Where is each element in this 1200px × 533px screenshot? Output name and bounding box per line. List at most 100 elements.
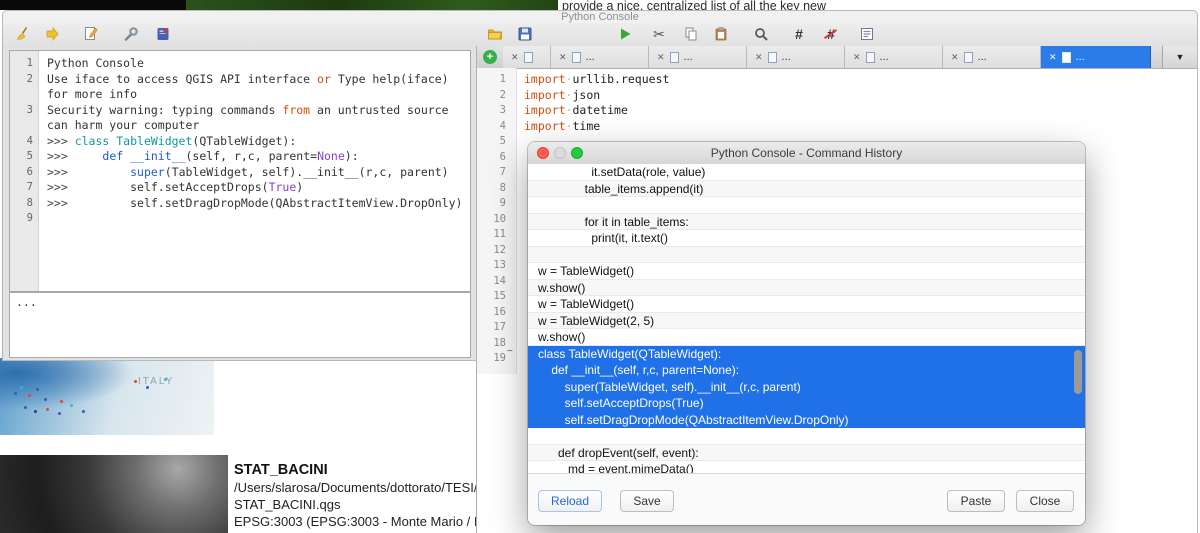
- tab-label: ...: [586, 51, 595, 63]
- close-tab-icon[interactable]: ✕: [1049, 52, 1057, 63]
- comment-button[interactable]: #: [789, 24, 809, 44]
- console-options-button[interactable]: [121, 24, 141, 44]
- main-toolbar: ✂ # #: [2, 23, 1198, 47]
- history-entry-selected[interactable]: def __init__(self, r,c, parent=None):: [528, 362, 1085, 379]
- console-dock: 1Python Console 2Use iface to access QGI…: [2, 46, 477, 361]
- dialog-titlebar[interactable]: Python Console - Command History: [528, 142, 1085, 165]
- history-entry-selected[interactable]: self.setAcceptDrops(True): [528, 395, 1085, 412]
- console-line: 4>>> class TableWidget(QTableWidget):: [10, 134, 470, 150]
- history-entry[interactable]: table_items.append(it): [528, 181, 1085, 198]
- paste-button[interactable]: [711, 24, 731, 44]
- copy-button[interactable]: [681, 24, 701, 44]
- history-entry-selected[interactable]: class TableWidget(QTableWidget):: [528, 346, 1085, 363]
- history-entry[interactable]: w = TableWidget(2, 5): [528, 313, 1085, 330]
- editor-tab[interactable]: ✕: [503, 46, 551, 68]
- reload-button[interactable]: Reload: [538, 490, 602, 512]
- find-button[interactable]: [751, 24, 771, 44]
- history-entry[interactable]: it.setData(role, value): [528, 164, 1085, 181]
- document-icon: [1062, 52, 1071, 63]
- console-line: 7>>> self.setAcceptDrops(True): [10, 180, 470, 196]
- console-output[interactable]: 1Python Console 2Use iface to access QGI…: [9, 50, 471, 292]
- page-pencil-icon: [83, 26, 99, 42]
- editor-code-area[interactable]: import·urllib.request import·json import…: [517, 68, 1197, 134]
- console-line: 6>>> super(TableWidget, self).__init__(r…: [10, 165, 470, 181]
- continuation-prompt: ...: [16, 295, 37, 309]
- close-tab-icon[interactable]: ✕: [853, 52, 861, 63]
- minimize-window-button[interactable]: [554, 147, 566, 159]
- dialog-title: Python Console - Command History: [711, 146, 902, 160]
- background-browser-strip: provide a nice, centralized list of all …: [558, 0, 1200, 10]
- history-entry[interactable]: def dropEvent(self, event):: [528, 445, 1085, 462]
- new-editor-button[interactable]: +: [477, 46, 503, 68]
- history-list: it.setData(role, value) table_items.appe…: [528, 164, 1085, 474]
- show-editor-button[interactable]: [81, 24, 101, 44]
- tab-list-dropdown[interactable]: ▼: [1162, 46, 1197, 68]
- wrench-icon: [123, 26, 139, 42]
- object-inspector-button[interactable]: [857, 24, 877, 44]
- scissors-icon: ✂: [653, 27, 665, 41]
- editor-tab[interactable]: ✕ ...: [943, 46, 1041, 68]
- history-entry[interactable]: w = TableWidget(): [528, 296, 1085, 313]
- fold-marker-icon[interactable]: −: [507, 346, 517, 358]
- screen: ITALY STAT_BACINI /Users/slarosa/Documen…: [0, 0, 1200, 533]
- document-icon: [964, 52, 973, 63]
- close-tab-icon[interactable]: ✕: [559, 52, 567, 63]
- history-entry[interactable]: [528, 428, 1085, 445]
- import-class-button[interactable]: [43, 24, 63, 44]
- console-line: 2Use iface to access QGIS API interface …: [10, 72, 470, 88]
- console-line: 8>>> self.setDragDropMode(QAbstractItemV…: [10, 196, 470, 212]
- history-entry[interactable]: w = TableWidget(): [528, 263, 1085, 280]
- recent-project-thumbnail-map[interactable]: ITALY: [0, 358, 214, 435]
- paste-button[interactable]: Paste: [947, 490, 1005, 512]
- close-tab-icon[interactable]: ✕: [951, 52, 959, 63]
- save-button[interactable]: Save: [620, 490, 674, 512]
- editor-tab[interactable]: ✕ ...: [747, 46, 845, 68]
- dialog-footer: Reload Save Paste Close: [528, 473, 1085, 525]
- editor-tab[interactable]: ✕ ...: [845, 46, 943, 68]
- close-button[interactable]: Close: [1016, 490, 1074, 512]
- open-script-button[interactable]: [485, 24, 505, 44]
- document-icon: [572, 52, 581, 63]
- code-line: import·json: [524, 88, 1197, 104]
- document-icon: [768, 52, 777, 63]
- save-script-button[interactable]: [515, 24, 535, 44]
- history-entry[interactable]: [528, 247, 1085, 264]
- history-entry[interactable]: print(it, it.text(): [528, 230, 1085, 247]
- open-folder-icon: [487, 26, 503, 42]
- editor-tab-selected[interactable]: ✕ ...: [1041, 46, 1151, 68]
- editor-tabbar: + ✕ ✕ ... ✕ ... ✕ ...: [477, 46, 1197, 69]
- history-entry-selected[interactable]: self.setDragDropMode(QAbstractItemView.D…: [528, 412, 1085, 429]
- console-help-button[interactable]: [153, 24, 173, 44]
- close-tab-icon[interactable]: ✕: [657, 52, 665, 63]
- scrollbar-thumb[interactable]: [1074, 350, 1082, 394]
- clipboard-icon: [713, 26, 729, 42]
- green-plus-icon: +: [483, 50, 497, 64]
- background-overflow-text: provide a nice, centralized list of all …: [562, 0, 826, 10]
- history-entry[interactable]: w.show(): [528, 280, 1085, 297]
- console-input[interactable]: ...: [9, 292, 471, 358]
- run-script-button[interactable]: [615, 24, 635, 44]
- close-window-button[interactable]: [537, 147, 549, 159]
- editor-tab[interactable]: ✕ ...: [551, 46, 649, 68]
- console-line: 3Security warning: typing commands from …: [10, 103, 470, 119]
- desktop-strip-green: [186, 0, 558, 10]
- editor-tab[interactable]: ✕ ...: [649, 46, 747, 68]
- history-entry[interactable]: for it in table_items:: [528, 214, 1085, 231]
- help-book-icon: [155, 26, 171, 42]
- clear-console-button[interactable]: [13, 24, 33, 44]
- cut-button[interactable]: ✂: [649, 24, 669, 44]
- uncomment-button[interactable]: #: [821, 24, 841, 44]
- close-tab-icon[interactable]: ✕: [755, 52, 763, 63]
- zoom-window-button[interactable]: [571, 147, 583, 159]
- history-entry[interactable]: [528, 197, 1085, 214]
- tab-label: ...: [978, 51, 987, 63]
- recent-project-thumbnail-satellite[interactable]: [0, 455, 228, 533]
- triangle-down-icon: ▼: [1176, 52, 1185, 62]
- magnifier-icon: [753, 26, 769, 42]
- command-history-dialog: Python Console - Command History it.setD…: [528, 142, 1085, 525]
- close-tab-icon[interactable]: ✕: [511, 52, 519, 63]
- history-entry-selected[interactable]: super(TableWidget, self).__init__(r,c, p…: [528, 379, 1085, 396]
- tab-label: ...: [1076, 51, 1085, 63]
- history-entry[interactable]: w.show(): [528, 329, 1085, 346]
- desktop-strip-black: [0, 0, 186, 10]
